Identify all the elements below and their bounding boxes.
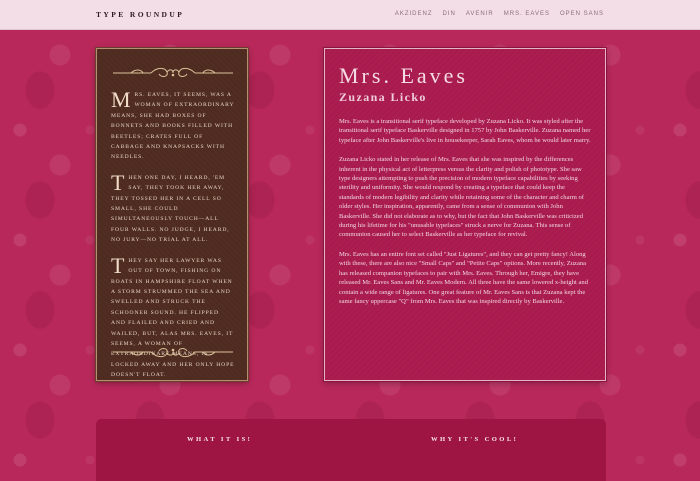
nav-link-avenir[interactable]: AVENIR: [466, 11, 494, 17]
nav-link-din[interactable]: DIN: [443, 11, 456, 17]
article-title: Mrs. Eaves: [339, 63, 468, 88]
top-nav-bar: TYPE ROUNDUP AKZIDENZ DIN AVENIR MRS. EA…: [0, 0, 700, 30]
flourish-bottom-icon: [113, 348, 233, 358]
poem-paragraph-3: They say her lawyer was out of town, fis…: [111, 252, 235, 381]
drop-cap: M: [111, 87, 132, 112]
poem-paragraph-2: Then one day, I heard, 'em say, they too…: [111, 169, 235, 246]
poem-card: Mrs. Eaves, it seems, was a woman of ext…: [96, 48, 248, 381]
section-heading-why-its-cool: WHY IT'S COOL!: [431, 436, 519, 443]
flourish-top-icon: [113, 67, 233, 77]
poem-text: hey say her lawyer was out of town, fish…: [111, 257, 235, 379]
nav-link-open-sans[interactable]: OPEN SANS: [560, 11, 604, 17]
article-subtitle: Zuzana Licko: [339, 90, 427, 104]
section-heading-what-it-is: WHAT IT IS!: [187, 436, 253, 443]
nav-link-mrs-eaves[interactable]: MRS. EAVES: [504, 11, 550, 17]
poem-paragraph-1: Mrs. Eaves, it seems, was a woman of ext…: [111, 87, 235, 163]
poem-text: hen one day, I heard, 'em say, they took…: [111, 174, 230, 244]
article-card: Mrs. Eaves Zuzana Licko Mrs. Eaves is a …: [324, 48, 606, 381]
main-nav: AKZIDENZ DIN AVENIR MRS. EAVES OPEN SANS: [395, 11, 604, 17]
article-paragraph-1: Mrs. Eaves is a transitional serif typef…: [339, 118, 591, 144]
article-paragraph-2: Zuzana Licko stated in her release of Mr…: [339, 156, 584, 239]
drop-cap: T: [111, 252, 126, 278]
drop-cap: T: [111, 169, 126, 195]
article-paragraph-3: Mrs. Eaves has an entire font set called…: [339, 250, 589, 305]
nav-link-akzidenz[interactable]: AKZIDENZ: [395, 11, 433, 17]
site-brand[interactable]: TYPE ROUNDUP: [96, 10, 184, 19]
bottom-sections-panel: WHAT IT IS! WHY IT'S COOL!: [96, 419, 606, 481]
